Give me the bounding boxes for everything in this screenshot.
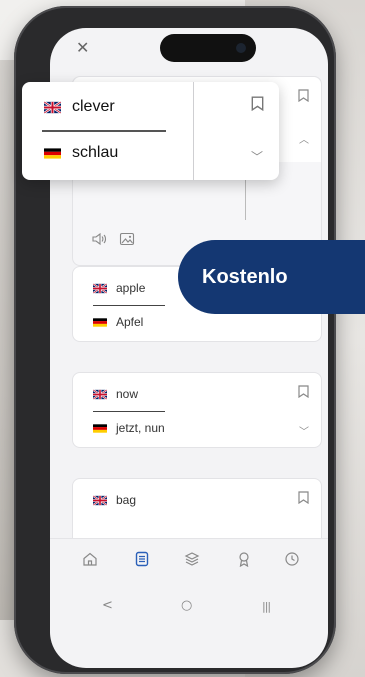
word-divider <box>93 305 165 306</box>
home-icon[interactable] <box>82 551 98 567</box>
list-icon[interactable] <box>134 551 150 567</box>
uk-flag-icon <box>93 494 107 506</box>
bookmark-icon[interactable] <box>251 96 264 111</box>
english-word: apple <box>116 281 146 295</box>
uk-flag-icon <box>44 100 61 114</box>
uk-flag-icon <box>93 388 107 400</box>
vocab-card[interactable]: now jetzt, nun ﹀ <box>72 372 322 448</box>
english-word: bag <box>116 493 137 507</box>
chevron-down-icon[interactable]: ﹀ <box>251 148 263 165</box>
recents-button[interactable]: ||| <box>262 600 271 613</box>
chevron-down-icon[interactable]: ﹀ <box>299 423 309 438</box>
image-icon[interactable] <box>119 232 135 246</box>
germany-flag-icon <box>44 147 61 160</box>
german-word: Apfel <box>116 315 144 329</box>
bookmark-icon[interactable] <box>298 385 309 398</box>
dynamic-island <box>160 34 256 62</box>
bookmark-icon[interactable] <box>298 89 309 102</box>
back-button[interactable]: < <box>102 598 113 613</box>
promo-banner[interactable]: Kostenlo <box>178 240 365 314</box>
layers-icon[interactable] <box>184 551 200 567</box>
system-navigation-bar: < ○ ||| <box>50 586 328 632</box>
bottom-tab-bar <box>50 538 328 586</box>
german-word: jetzt, nun <box>116 421 165 435</box>
germany-flag-icon <box>93 423 107 434</box>
uk-flag-icon <box>93 282 107 294</box>
word-divider <box>93 411 165 412</box>
close-icon[interactable]: ✕ <box>76 38 89 57</box>
chevron-up-icon[interactable]: ︿ <box>299 131 309 146</box>
home-button[interactable]: ○ <box>181 598 192 613</box>
english-word: now <box>116 387 139 401</box>
german-word: schlau <box>72 144 119 161</box>
clock-icon[interactable] <box>284 551 300 567</box>
popup-divider <box>193 82 194 180</box>
speaker-icon[interactable] <box>91 232 107 246</box>
word-divider <box>42 130 166 132</box>
zoomed-vocab-popup[interactable]: clever schlau ﹀ <box>22 82 279 180</box>
award-icon[interactable] <box>236 551 252 567</box>
bookmark-icon[interactable] <box>298 491 309 504</box>
germany-flag-icon <box>93 317 107 328</box>
english-word: clever <box>72 98 115 115</box>
